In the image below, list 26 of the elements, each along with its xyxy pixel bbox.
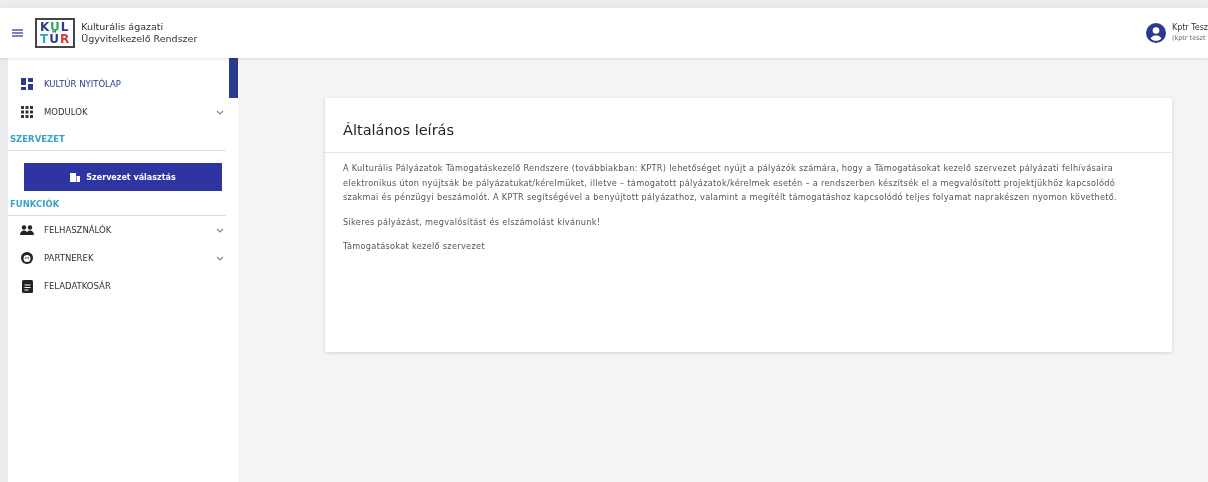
section-heading: SZERVEZET (8, 134, 226, 151)
grid-icon (21, 106, 33, 118)
user-avatar-icon[interactable] (1145, 23, 1166, 43)
chevron-down-icon (216, 228, 224, 233)
nav-item[interactable]: MODULOK (8, 98, 238, 126)
section-heading: FUNKCIÓK (8, 199, 226, 216)
dashboard-icon (21, 78, 33, 90)
card-title: Általános leírás (325, 98, 1172, 153)
logo: KUL TÜR (35, 18, 76, 48)
building-icon (70, 172, 81, 182)
face-icon (21, 252, 33, 264)
user-name: Kptr Tesz (1171, 22, 1208, 33)
people-icon (20, 225, 34, 235)
chevron-down-icon (216, 256, 224, 261)
clipboard-icon (21, 279, 33, 293)
select-organization-button[interactable]: Szervezet választás (24, 163, 222, 191)
nav-item[interactable]: FELADATKOSÁR (8, 272, 238, 300)
description-paragraph: A Kulturális Pályázatok Támogatáskezelő Rendszere (továbbiakban: KPTR) lehetőséget nyújt a pályázók számára, hogy a Támogatásokat kezelő szervezet pályázati felhívásaira elektronikus úton nyújtsák be pályázatukat/kérelmüket, illetve – támogatott pályázatok/kérelmek esetén – a rendszerben készítsék el a megvalósított projektjükhöz kapcsolódó szakmai és pénzügyi beszámolót. A KPTR segítségével a benyújtott pályázathoz, valamint a megítélt támogatáshoz kapcsolódó teljes folyamat naprakészen nyomon követhető. (343, 162, 1118, 204)
menu-icon[interactable] (12, 29, 23, 37)
app-title: Ügyvitelkezelő Rendszer (81, 33, 198, 45)
chevron-down-icon (216, 110, 224, 115)
description-paragraph: Támogatásokat kezelő szervezet (343, 240, 486, 253)
app-title: Kulturális ágazati (81, 21, 165, 33)
description-paragraph: Sikeres pályázást, megvalósítást és elszámolást kívánunk! (343, 215, 602, 229)
nav-item[interactable]: FELHASZNÁLÓK (8, 216, 238, 244)
nav-item[interactable]: PARTNEREK (8, 244, 238, 272)
